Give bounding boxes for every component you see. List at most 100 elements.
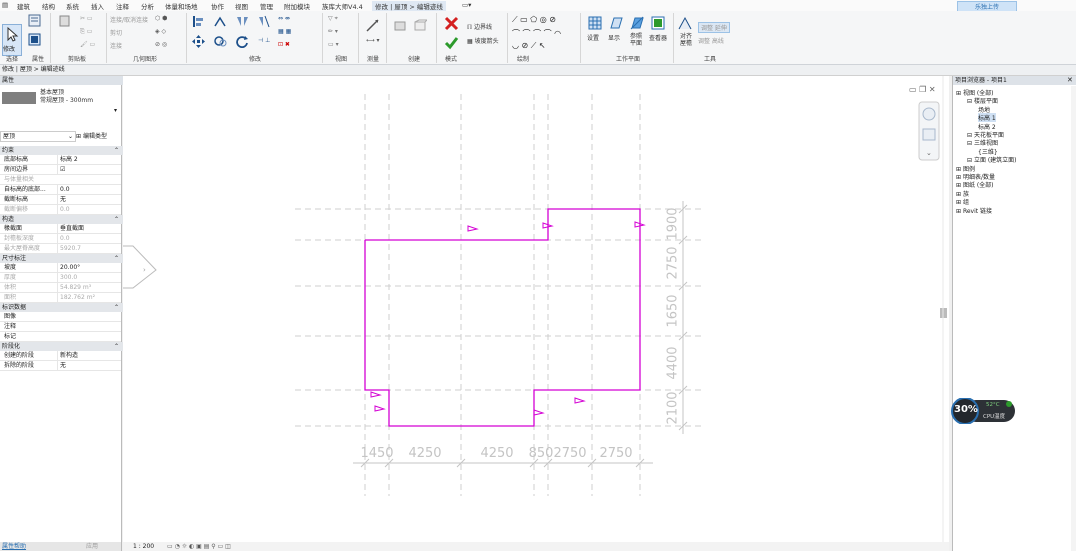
collapse-icon[interactable]: ⌃ [114,254,119,263]
collapse-icon[interactable]: ⌃ [114,303,119,312]
menu-item[interactable]: 管理 [260,1,273,11]
menu-item[interactable]: 插入 [91,1,104,11]
browser-scrollbar[interactable] [1071,86,1076,551]
property-value[interactable]: 0.0 [57,185,120,194]
copy-icon[interactable]: ⎘ ▭ [80,28,92,36]
menu-item[interactable]: 协作 [211,1,224,11]
mirror-draw-icon[interactable] [258,15,271,28]
type-properties-icon[interactable] [28,33,41,46]
align-icon[interactable] [192,15,205,28]
property-value[interactable]: 20.00° [57,263,120,272]
property-section[interactable]: 构造 ⌃ [0,215,123,224]
roof-boundary-sketch[interactable] [364,208,641,427]
paste-icon[interactable] [58,14,71,27]
dimension-label[interactable]: 4250 [408,446,441,461]
adjust-extend-button[interactable]: 调整 延伸 [698,22,730,33]
property-value[interactable]: 5920.7 [57,244,120,253]
property-row[interactable]: 注释 [0,322,121,332]
menu-item[interactable]: 视图 [235,1,248,11]
property-value[interactable]: 0.0 [57,205,120,214]
property-section[interactable]: 阶段化 ⌃ [0,342,123,351]
draw-line-icon[interactable]: ⟋ ▭ ⬠ ◎ ⊘ [512,15,556,25]
collapse-icon[interactable]: ⌃ [114,215,119,224]
menu-item[interactable]: 族库大师V4.4 [322,1,363,11]
property-row[interactable]: 底部标高 标高 2 [0,155,121,165]
slope-arrow-button[interactable]: ▦ 坡度箭头 [467,36,499,45]
copy-element-icon[interactable] [214,35,227,48]
join-geometry-button[interactable]: 连接 [110,41,122,50]
view-scale[interactable]: 1 : 200 [133,542,154,551]
roof-sketch-view[interactable]: 1450 4250 4250 850 2750 2750 1900275016504400… [123,76,949,542]
property-row[interactable]: 标记 [0,332,121,342]
expand-icon[interactable]: ⊞ [956,208,963,215]
properties-icon[interactable] [28,14,41,27]
property-value[interactable]: 54.829 m³ [57,283,120,292]
property-value[interactable]: 无 [57,195,120,204]
cut-geometry-button[interactable]: 剪切 [110,28,122,37]
geometry-tools-icon[interactable]: ⬡ ⬢ [155,15,167,22]
adjust-height-button[interactable]: 调整 高线 [698,36,724,45]
minimize-icon[interactable]: ▭ ❐ ✕ [909,85,936,94]
property-row[interactable]: 与体量相关 [0,175,121,185]
draw-arc-icon[interactable]: ⌒ ⌒ ⌒ ⌒ ◠ [512,28,561,39]
ref-plane-icon[interactable] [630,16,644,30]
property-row[interactable]: 房间边界 ☑ [0,165,121,175]
property-value[interactable]: 0.0 [57,234,120,243]
property-row[interactable]: 截断标高 无 [0,195,121,205]
finish-edit-icon[interactable] [444,35,459,50]
property-row[interactable]: 图像 [0,312,121,322]
close-icon[interactable]: ✕ [1067,76,1073,84]
boundary-line-button[interactable]: ℿ 边界线 [467,22,492,31]
view-toggle-icon[interactable]: ▭▾ [462,1,471,9]
property-row[interactable]: 封檐板深度 0.0 [0,234,121,244]
collapse-tab-icon[interactable] [123,245,157,289]
type-selector[interactable]: 基本屋顶 常规屋顶 - 300mm [40,89,93,105]
property-row[interactable]: 截断偏移 0.0 [0,205,121,215]
set-workplane-icon[interactable] [588,16,602,30]
view-tools-icon[interactable]: ▽ ⌖ [328,15,338,23]
property-row[interactable]: 坡度 20.00° [0,263,121,273]
app-icon[interactable]: ▤ [2,1,8,9]
show-workplane-icon[interactable] [609,16,623,30]
drawing-canvas[interactable]: 1450 4250 4250 850 2750 2750 1900 2750 1650 4400… [123,76,949,542]
geometry-tools-icon-3[interactable]: ⊘ ◎ [155,41,167,48]
nav-menu-icon[interactable]: ⌄ [926,149,932,157]
dimension-icon[interactable]: ⟷ ▾ [366,37,380,44]
measure-icon[interactable] [366,19,379,32]
menu-item[interactable]: 附加模块 [284,1,310,11]
cancel-edit-icon[interactable] [444,16,459,31]
properties-help-link[interactable]: 属性帮助 [2,542,26,551]
menu-item[interactable]: 结构 [42,1,55,11]
property-row[interactable]: 拆除的阶段 无 [0,361,121,371]
dimension-label[interactable]: 1450 [360,446,393,461]
property-row[interactable]: 面积 182.762 m² [0,293,121,303]
menu-item[interactable]: 体量和场地 [165,1,198,11]
property-row[interactable]: 厚度 300.0 [0,273,121,283]
mirror-axis-icon[interactable] [236,15,249,28]
property-value[interactable]: ☑ [57,165,120,174]
cut-icon[interactable]: ✂ ▭ [80,15,93,22]
dimension-label[interactable]: 2750 [666,246,681,279]
property-row[interactable]: 创建的阶段 新构造 [0,351,121,361]
dimension-label[interactable]: 850 [529,446,554,461]
create-group-icon[interactable] [414,19,429,32]
geometry-tools-icon-2[interactable]: ◈ ◇ [155,28,166,35]
dimension-label[interactable]: 1900 [666,207,681,240]
property-row[interactable]: 自标高的底部... 0.0 [0,185,121,195]
instance-dropdown[interactable]: 屋顶 ⌄ [0,131,76,142]
chevron-down-icon[interactable]: ▾ [114,107,117,114]
collapse-icon[interactable]: ⌃ [114,342,119,351]
property-section[interactable]: 标识数据 ⌃ [0,303,123,312]
offset-icon[interactable] [214,15,227,28]
property-value[interactable]: 垂直截面 [57,224,120,233]
collapse-icon[interactable]: ⌃ [114,146,119,155]
viewer-icon[interactable] [651,16,665,30]
browser-node[interactable]: ⊞ Revit 链接 [956,206,992,215]
menu-item[interactable]: 建筑 [17,1,30,11]
property-row[interactable]: 体积 54.829 m³ [0,283,121,293]
property-value[interactable]: 标高 2 [57,155,120,164]
cpu-monitor-widget[interactable]: 30% 52°C CPU温度 [951,397,1015,425]
menu-item[interactable]: 注释 [116,1,129,11]
apply-button[interactable]: 应用 [86,542,98,551]
expand-icon[interactable]: ⊟ [967,98,974,105]
